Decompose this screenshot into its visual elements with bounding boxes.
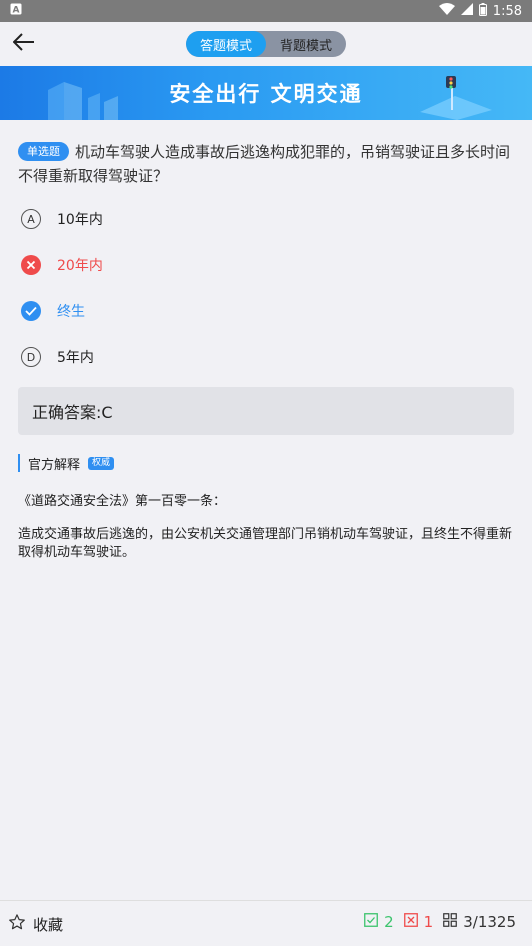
wrong-count-stat[interactable]: 1	[403, 913, 434, 931]
cross-box-icon	[403, 913, 418, 931]
explanation-law-reference: 《道路交通安全法》第一百零一条：	[18, 494, 227, 509]
signal-icon	[460, 3, 473, 19]
safety-banner: 安全出行 文明交通	[0, 66, 532, 120]
battery-icon	[478, 2, 487, 20]
option-a[interactable]: A 10年内	[18, 196, 518, 242]
bottom-bar: 收藏 2 1 3/1325	[0, 900, 532, 946]
option-text-b: 20年内	[57, 258, 103, 274]
explanation-header: 官方解释 权威	[18, 453, 115, 473]
correct-count-stat[interactable]: 2	[364, 913, 394, 931]
answer-mode-tab[interactable]: 答题模式	[186, 31, 266, 57]
question-type-tag: 单选题	[18, 142, 69, 161]
correct-count: 2	[384, 913, 394, 931]
back-arrow-icon	[12, 33, 35, 55]
explanation-body: 造成交通事故后逃逸的，由公安机关交通管理部门吊销机动车驾驶证，且终生不得重新取得…	[18, 527, 513, 560]
status-time: 1:58	[492, 3, 522, 19]
status-bar: A 1:58	[0, 0, 532, 22]
correct-answer-box: 正确答案:C	[18, 387, 514, 435]
wifi-icon	[438, 3, 455, 19]
correct-answer-text: 正确答案:C	[32, 403, 113, 422]
option-text-a: 10年内	[57, 212, 103, 228]
question: 单选题 机动车驾驶人造成事故后逃逸构成犯罪的，吊销驾驶证且多长时间不得重新取得驾驶…	[18, 140, 518, 188]
option-letter-d: D	[21, 347, 41, 367]
correct-check-icon	[21, 301, 41, 321]
app-bar: 答题模式 背题模式	[0, 22, 532, 66]
option-text-d: 5年内	[57, 350, 94, 366]
wrong-count: 1	[423, 913, 434, 931]
star-icon	[8, 913, 26, 935]
back-button[interactable]	[10, 30, 38, 58]
mode-toggle: 答题模式 背题模式	[186, 31, 346, 57]
answer-stats: 2 1 3/1325	[364, 913, 516, 931]
favorite-button[interactable]: 收藏	[8, 913, 63, 935]
option-letter-a: A	[21, 209, 41, 229]
progress-text: 3/1325	[463, 913, 516, 931]
option-text-c: 终生	[57, 304, 85, 320]
banner-title: 安全出行 文明交通	[169, 82, 363, 106]
grid-icon	[443, 913, 458, 931]
recite-mode-tab[interactable]: 背题模式	[266, 31, 346, 57]
wrong-x-icon	[21, 255, 41, 275]
options-list: A 10年内 20年内 终生 D 5年内	[18, 196, 518, 380]
option-b[interactable]: 20年内	[18, 242, 518, 288]
explanation-accent-bar	[18, 454, 20, 472]
question-text: 机动车驾驶人造成事故后逃逸构成犯罪的，吊销驾驶证且多长时间不得重新取得驾驶证？	[18, 143, 511, 185]
check-box-icon	[364, 913, 379, 931]
notification-a-icon: A	[10, 3, 22, 19]
favorite-label: 收藏	[33, 915, 64, 934]
authority-badge: 权威	[88, 456, 115, 470]
option-c[interactable]: 终生	[18, 288, 518, 334]
explanation-title: 官方解释	[28, 457, 81, 473]
svg-text:A: A	[13, 6, 20, 16]
progress-stat[interactable]: 3/1325	[443, 913, 516, 931]
option-d[interactable]: D 5年内	[18, 334, 518, 380]
